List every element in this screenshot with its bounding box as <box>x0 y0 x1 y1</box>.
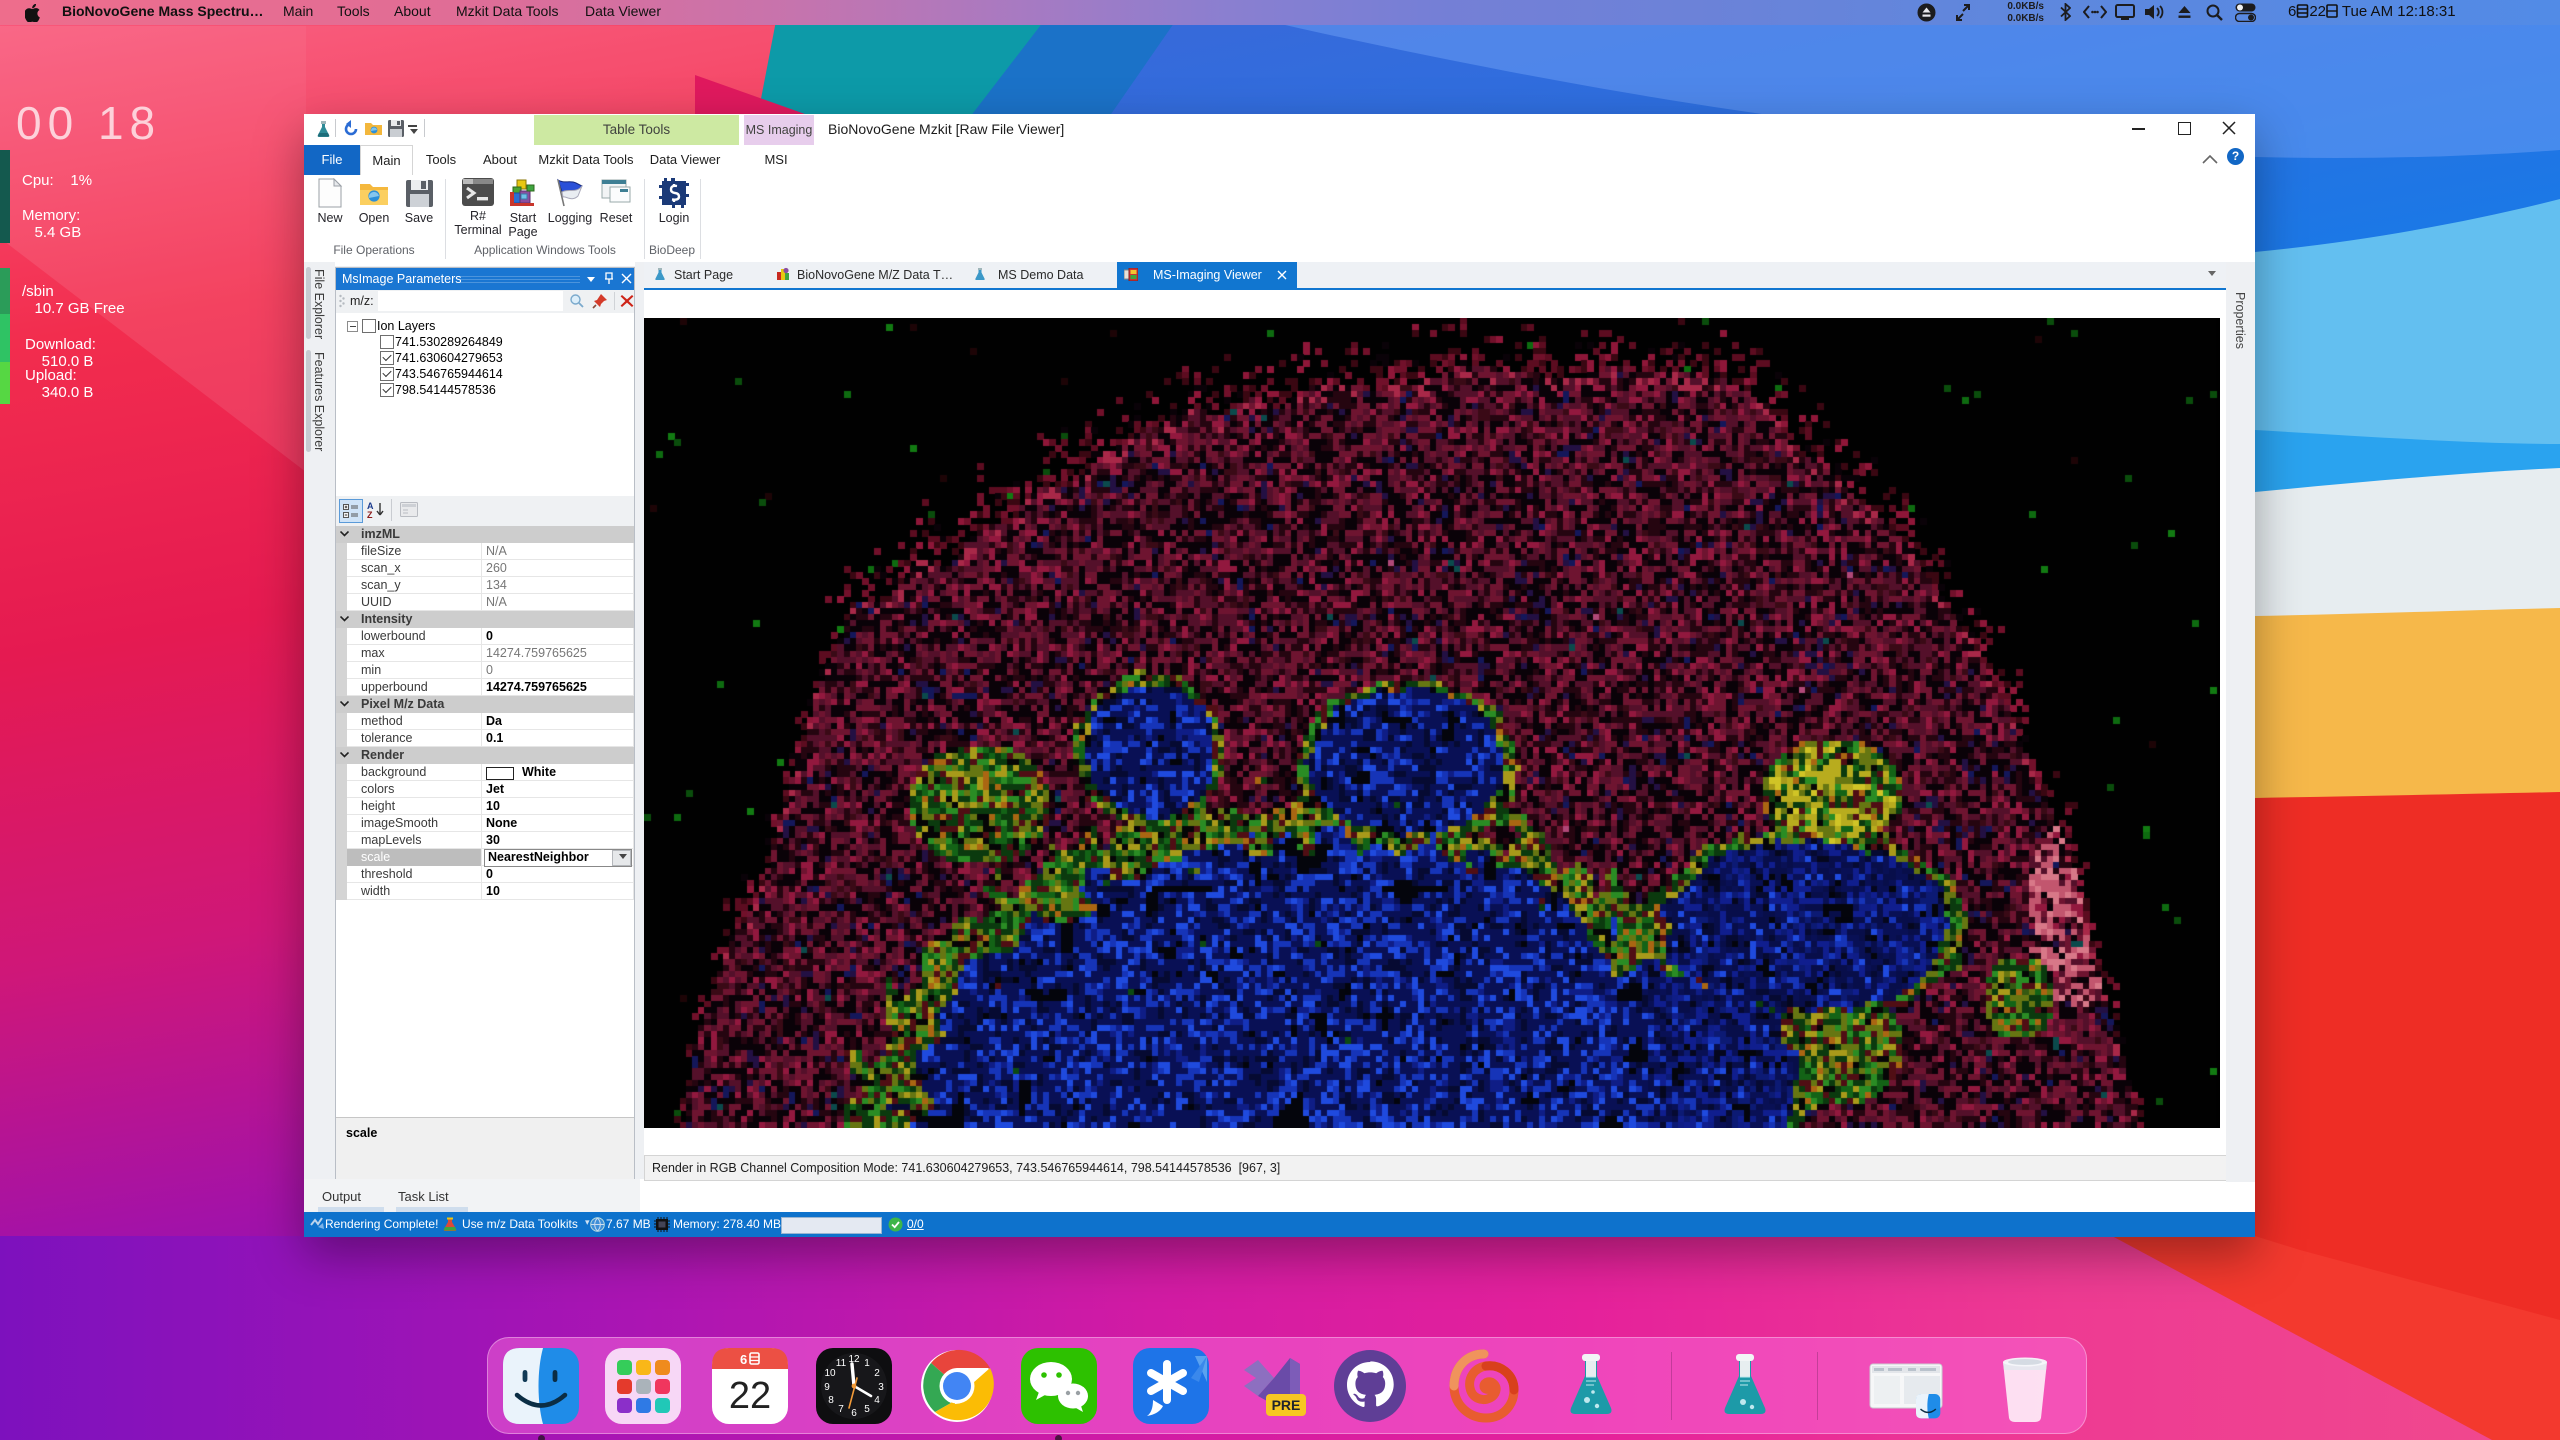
svg-text:12: 12 <box>848 1354 860 1365</box>
svg-text:10: 10 <box>824 1368 836 1379</box>
svg-text:6: 6 <box>740 1352 747 1367</box>
svg-text:11: 11 <box>836 1358 847 1369</box>
svg-text:6: 6 <box>851 1408 857 1419</box>
svg-text:PRE: PRE <box>1272 1397 1301 1413</box>
svg-text:5: 5 <box>864 1404 870 1415</box>
svg-text:2: 2 <box>874 1368 880 1379</box>
svg-text:4: 4 <box>874 1395 880 1406</box>
svg-text:8: 8 <box>828 1395 834 1406</box>
svg-text:22: 22 <box>729 1375 771 1417</box>
svg-text:Z: Z <box>367 510 373 519</box>
svg-text:1: 1 <box>864 1358 870 1369</box>
svg-text:7: 7 <box>838 1404 844 1415</box>
svg-text:9: 9 <box>824 1382 830 1393</box>
svg-text:3: 3 <box>878 1382 884 1393</box>
